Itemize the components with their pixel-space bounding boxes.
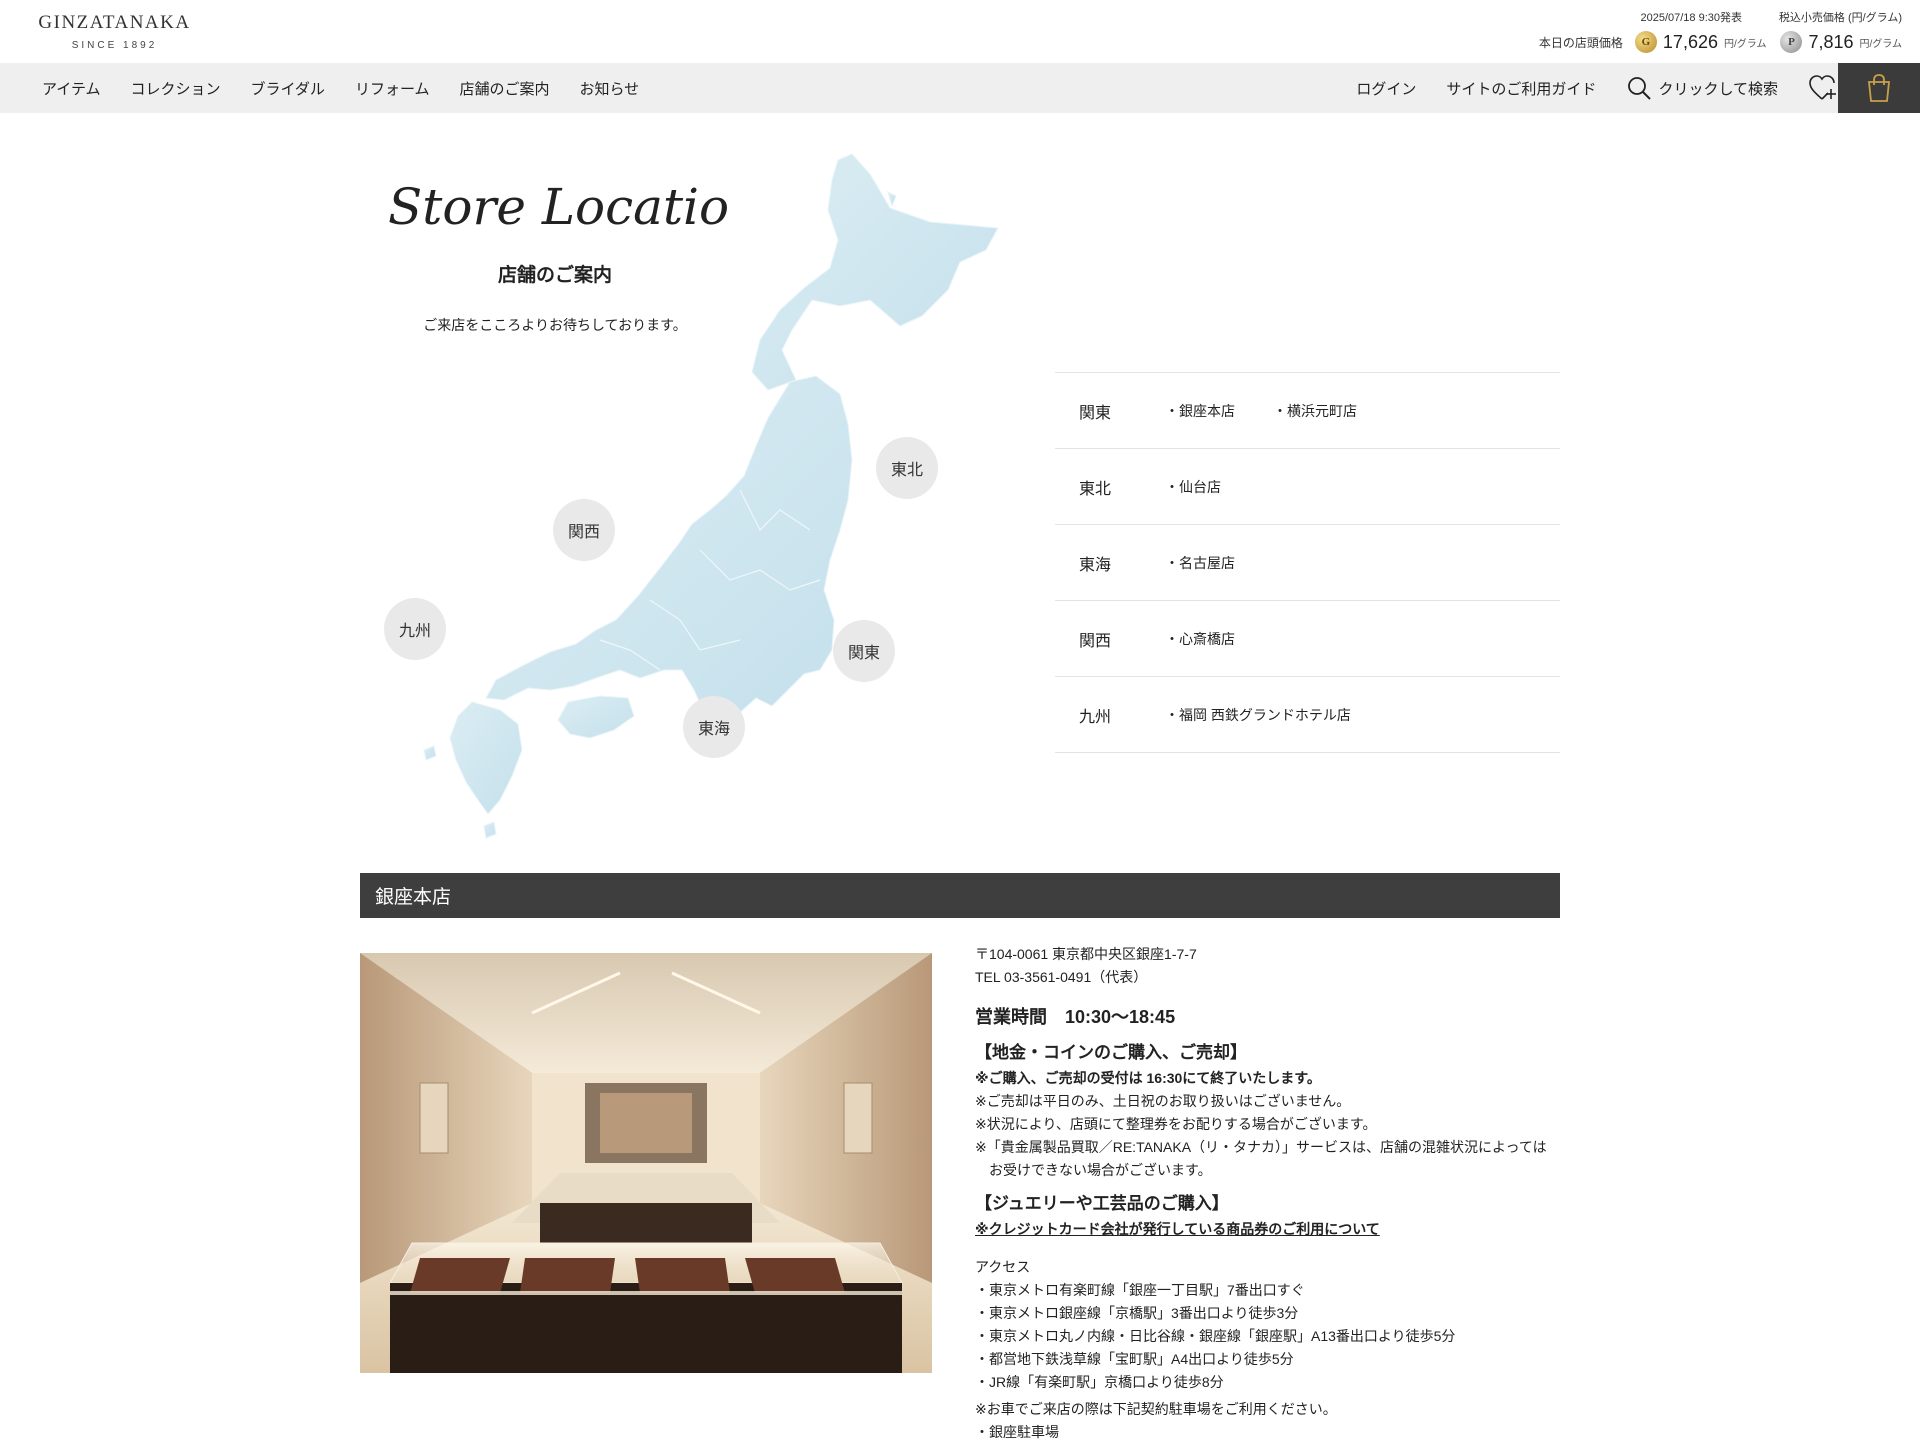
region-row-kansai: 関西 ・心斎橋店 bbox=[1055, 601, 1560, 677]
top-header: GINZATANAKA SINCE 1892 2025/07/18 9:30発表… bbox=[0, 0, 1920, 63]
nav-item-collection[interactable]: コレクション bbox=[131, 78, 221, 99]
logo-wordmark: GINZATANAKA bbox=[38, 12, 191, 33]
bullion-note: ※「貴金属製品買取／RE:TANAKA（リ・タナカ）」サービスは、店舗の混雑状況… bbox=[975, 1139, 1547, 1179]
region-row-tohoku: 東北 ・仙台店 bbox=[1055, 449, 1560, 525]
logo-tagline: SINCE 1892 bbox=[71, 40, 158, 51]
gold-price: 17,626 bbox=[1662, 31, 1718, 52]
price-row: 本日の店頭価格 G 17,626 円/グラム P 7,816 円/グラム bbox=[1539, 31, 1902, 53]
login-link[interactable]: ログイン bbox=[1356, 78, 1416, 99]
map-bubble-kyushu[interactable]: 九州 bbox=[384, 598, 446, 660]
region-name: 関東 bbox=[1079, 404, 1112, 422]
nav-menu: アイテム コレクション ブライダル リフォーム 店舗のご案内 お知らせ bbox=[42, 63, 639, 113]
nav-utilities: ログイン サイトのご利用ガイド クリックして検索 bbox=[1356, 63, 1838, 113]
main-nav: アイテム コレクション ブライダル リフォーム 店舗のご案内 お知らせ ログイン… bbox=[0, 63, 1920, 113]
access-item: ・東京メトロ丸ノ内線・日比谷線・銀座線「銀座駅」A13番出口より徒歩5分 bbox=[975, 1327, 1456, 1344]
platinum-price-unit: 円/グラム bbox=[1859, 38, 1902, 50]
search-button[interactable]: クリックして検索 bbox=[1626, 75, 1778, 101]
nav-item-stores[interactable]: 店舗のご案内 bbox=[460, 78, 550, 99]
access-item: ・東京メトロ有楽町線「銀座一丁目駅」7番出口すぐ bbox=[975, 1281, 1305, 1298]
access-item: ・JR線「有楽町駅」京橋口より徒歩8分 bbox=[975, 1374, 1224, 1390]
store-location-script: Store Location bbox=[388, 178, 730, 236]
heart-plus-icon[interactable] bbox=[1808, 74, 1838, 102]
price-note: 税込小売価格 (円/グラム) bbox=[1778, 12, 1902, 24]
price-label: 本日の店頭価格 bbox=[1538, 35, 1623, 50]
region-stores: ・銀座本店 ・横浜元町店 bbox=[1165, 401, 1357, 421]
gift-voucher-link[interactable]: ※クレジットカード会社が発行している商品券のご利用について bbox=[975, 1218, 1560, 1241]
access-item: ・都営地下鉄浅草線「宝町駅」A4出口より徒歩5分 bbox=[975, 1350, 1294, 1367]
search-label: クリックして検索 bbox=[1658, 80, 1778, 98]
region-stores: ・心斎橋店 bbox=[1165, 629, 1235, 649]
map-bubble-tohoku[interactable]: 東北 bbox=[876, 437, 938, 499]
gold-price-unit: 円/グラム bbox=[1723, 38, 1767, 50]
region-name: 東北 bbox=[1079, 480, 1112, 498]
bullion-note: ※ご売却は平日のみ、土日祝のお取り扱いはございません。 bbox=[975, 1093, 1351, 1110]
nav-item-news[interactable]: お知らせ bbox=[580, 78, 640, 99]
script-title: Store Location bbox=[388, 178, 730, 236]
store-link-ginza[interactable]: ・銀座本店 bbox=[1165, 401, 1235, 421]
site-guide-link[interactable]: サイトのご利用ガイド bbox=[1446, 78, 1596, 99]
parking-note: ※お車でご来店の際は下記契約駐車場をご利用ください。 bbox=[975, 1401, 1337, 1418]
store-address: 〒104-0061 東京都中央区銀座1-7-7 bbox=[975, 946, 1197, 962]
store-link-sendai[interactable]: ・仙台店 bbox=[1165, 477, 1221, 497]
map-bubble-kansai[interactable]: 関西 bbox=[553, 499, 615, 561]
gold-coin-icon: G bbox=[1634, 31, 1657, 53]
region-list: 関東 ・銀座本店 ・横浜元町店 東北 ・仙台店 東海 ・名古屋店 関西 ・心斎橋… bbox=[1055, 372, 1560, 753]
site-logo[interactable]: GINZATANAKA SINCE 1892 bbox=[32, 12, 197, 51]
access-item: ・東京メトロ銀座線「京橋駅」3番出口より徒歩3分 bbox=[975, 1304, 1299, 1321]
access-heading: アクセス bbox=[975, 1258, 1031, 1275]
store-link-nagoya[interactable]: ・名古屋店 bbox=[1165, 553, 1235, 573]
region-row-tokai: 東海 ・名古屋店 bbox=[1055, 525, 1560, 601]
page-subtitle: ご来店をこころよりお待ちしております。 bbox=[423, 317, 687, 333]
region-row-kyushu: 九州 ・福岡 西鉄グランドホテル店 bbox=[1055, 677, 1560, 753]
cart-button[interactable] bbox=[1838, 63, 1920, 113]
business-hours: 営業時間 10:30〜18:45 bbox=[975, 1007, 1176, 1028]
store-link-fukuoka[interactable]: ・福岡 西鉄グランドホテル店 bbox=[1165, 705, 1351, 725]
map-bubble-kanto[interactable]: 関東 bbox=[833, 620, 895, 682]
nav-item-reform[interactable]: リフォーム bbox=[355, 78, 430, 99]
region-name: 九州 bbox=[1079, 708, 1112, 726]
nav-item-bridal[interactable]: ブライダル bbox=[251, 78, 325, 99]
page-title: 店舗のご案内 bbox=[497, 265, 612, 286]
region-stores: ・名古屋店 bbox=[1165, 553, 1235, 573]
store-section-header: 銀座本店 bbox=[360, 873, 1560, 918]
region-stores: ・仙台店 bbox=[1165, 477, 1221, 497]
platinum-coin-icon: P bbox=[1780, 31, 1803, 53]
gold-price-panel: 2025/07/18 9:30発表 税込小売価格 (円/グラム) 本日の店頭価格… bbox=[1482, 7, 1902, 59]
store-name: 銀座本店 bbox=[375, 887, 452, 908]
store-link-shinsaibashi[interactable]: ・心斎橋店 bbox=[1165, 629, 1235, 649]
parking-item: ・銀座駐車場 bbox=[975, 1424, 1059, 1440]
region-row-kanto: 関東 ・銀座本店 ・横浜元町店 bbox=[1055, 373, 1560, 449]
platinum-price: 7,816 bbox=[1808, 31, 1854, 52]
map-bubble-tokai[interactable]: 東海 bbox=[683, 696, 745, 758]
region-stores: ・福岡 西鉄グランドホテル店 bbox=[1165, 705, 1351, 725]
bullion-note: ※状況により、店頭にて整理券をお配りする場合がございます。 bbox=[975, 1116, 1377, 1133]
jewelry-heading: 【ジュエリーや工芸品のご購入】 bbox=[975, 1194, 1229, 1214]
store-info: 〒104-0061 東京都中央区銀座1-7-7 TEL 03-3561-0491… bbox=[975, 943, 1560, 1440]
store-interior-photo bbox=[360, 953, 932, 1373]
bullion-note: ※ご購入、ご売却の受付は 16:30にて終了いたします。 bbox=[975, 1069, 1321, 1086]
price-date: 2025/07/18 9:30発表 bbox=[1640, 12, 1742, 24]
region-name: 東海 bbox=[1079, 556, 1112, 574]
bullion-heading: 【地金・コインのご購入、ご売却】 bbox=[975, 1042, 1247, 1062]
region-name: 関西 bbox=[1079, 632, 1112, 650]
search-icon bbox=[1628, 77, 1652, 100]
store-link-yokohama-motomachi[interactable]: ・横浜元町店 bbox=[1273, 401, 1357, 421]
nav-item-items[interactable]: アイテム bbox=[42, 78, 101, 99]
shopping-bag-icon bbox=[1868, 74, 1890, 102]
store-tel: TEL 03-3561-0491（代表） bbox=[975, 969, 1148, 986]
